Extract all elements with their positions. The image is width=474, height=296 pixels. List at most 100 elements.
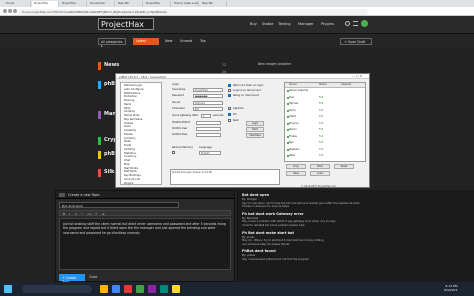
back-icon[interactable] bbox=[3, 9, 7, 13]
top-tab[interactable]: Top bbox=[200, 39, 206, 43]
category-select[interactable]: all categories ▸ bbox=[98, 38, 126, 48]
related-topic-title[interactable]: Ph Bot dont make start bot bbox=[242, 231, 294, 235]
latest-tab[interactable]: Latest bbox=[133, 38, 159, 45]
server-row[interactable]: Cabot Full bbox=[285, 115, 365, 120]
server-row[interactable]: Xian Full bbox=[285, 96, 365, 101]
sidebar-item[interactable]: Chat bbox=[124, 159, 130, 162]
app-icon[interactable] bbox=[136, 285, 144, 293]
server-row[interactable]: Tuma Full bbox=[285, 109, 365, 114]
nav-manager[interactable]: Manager bbox=[298, 22, 314, 26]
sidebar-item[interactable]: Guild bbox=[124, 125, 131, 128]
dc-checkbox[interactable] bbox=[228, 113, 231, 116]
sidebar-item[interactable]: Academy bbox=[124, 129, 136, 132]
login-button[interactable]: Login bbox=[246, 121, 264, 126]
quote-icon[interactable]: " bbox=[81, 212, 82, 216]
server-row[interactable]: Server Capacity bbox=[285, 89, 365, 94]
bold-icon[interactable]: B bbox=[63, 212, 65, 216]
server-row[interactable]: Nyx Full bbox=[285, 141, 365, 146]
captcha-checkbox[interactable] bbox=[228, 107, 231, 110]
new-tab[interactable]: New bbox=[165, 39, 172, 43]
nav-testing[interactable]: Testing bbox=[278, 22, 291, 26]
return-town-checkbox[interactable] bbox=[228, 84, 231, 87]
close-compose-button[interactable]: Close bbox=[89, 275, 97, 279]
server-row[interactable]: Atlas Full bbox=[285, 154, 365, 159]
server-copy-button[interactable]: Copy bbox=[286, 164, 306, 169]
code-icon[interactable]: <> bbox=[87, 212, 92, 216]
topic-title-input[interactable]: Bot dont work bbox=[59, 202, 179, 208]
sidebar-item[interactable]: Map bbox=[124, 163, 129, 166]
socks-ip-field[interactable] bbox=[196, 121, 221, 125]
language-select[interactable]: English bbox=[199, 151, 221, 155]
sidebar-item[interactable]: Inventory bbox=[124, 155, 136, 158]
server-reset-button[interactable]: Reset bbox=[334, 164, 354, 169]
start-button[interactable]: Start bbox=[246, 127, 264, 132]
password-field[interactable]: ●●●●●● bbox=[193, 94, 223, 98]
taskbar-search[interactable] bbox=[22, 285, 92, 293]
sidebar-item[interactable]: Alchemy bbox=[124, 110, 135, 113]
sidebar-item[interactable]: Auto Configure bbox=[124, 88, 143, 91]
server-save-button[interactable]: Save bbox=[286, 171, 306, 176]
sidebar-item[interactable]: Alchemy bbox=[124, 148, 135, 151]
italic-icon[interactable]: I bbox=[69, 212, 70, 216]
nav-stable[interactable]: Stable bbox=[262, 22, 273, 26]
relog-checkbox[interactable] bbox=[228, 94, 231, 97]
file-explorer-icon[interactable] bbox=[100, 285, 108, 293]
reduce-memory-checkbox[interactable] bbox=[172, 151, 175, 154]
username-field[interactable]: ProjectHax bbox=[193, 88, 223, 92]
server-row[interactable]: Hermes Full bbox=[285, 102, 365, 107]
start-menu-icon[interactable] bbox=[4, 285, 12, 293]
socks-user-field[interactable] bbox=[196, 127, 221, 131]
sidebar-item[interactable]: Training bbox=[124, 99, 134, 102]
sidebar-item[interactable]: Plugins bbox=[124, 182, 133, 185]
nav-plugins[interactable]: Plugins bbox=[321, 22, 334, 26]
app-icon[interactable] bbox=[124, 285, 132, 293]
character-select[interactable]: Bot bbox=[193, 107, 223, 111]
sidebar-item[interactable]: Skills bbox=[124, 140, 131, 143]
clientless-button[interactable]: Clientless bbox=[246, 133, 264, 138]
server-row[interactable]: Ibaron Full bbox=[285, 128, 365, 133]
app-icon[interactable] bbox=[148, 285, 156, 293]
related-topic-title[interactable]: Bot dont open bbox=[242, 193, 269, 197]
create-topic-button[interactable]: + Create Topic bbox=[59, 274, 85, 284]
sidebar-item[interactable]: Key Bindings bbox=[124, 174, 141, 177]
upload-icon[interactable]: ⇪ bbox=[95, 212, 98, 216]
app-icon[interactable] bbox=[172, 285, 180, 293]
sidebar-item[interactable]: Silkroad Login bbox=[124, 84, 142, 87]
server-row[interactable]: Thales Full bbox=[285, 135, 365, 140]
open-draft-button[interactable]: + Open Draft bbox=[340, 38, 372, 45]
site-logo[interactable]: ProjectHax bbox=[98, 18, 154, 30]
server-load-button[interactable]: Load bbox=[310, 171, 330, 176]
server-row[interactable]: Poseidon Full bbox=[285, 148, 365, 153]
sidebar-item[interactable]: Events bbox=[124, 133, 133, 136]
app-icon[interactable] bbox=[160, 285, 168, 293]
menu-icon[interactable] bbox=[353, 21, 358, 26]
rest-checkbox[interactable] bbox=[228, 119, 231, 122]
unread-tab[interactable]: Unread bbox=[180, 39, 192, 43]
sidebar-item[interactable]: Trade bbox=[124, 144, 131, 147]
server-select[interactable]: Silkroad bbox=[193, 101, 223, 105]
sidebar-item[interactable]: Account Info bbox=[124, 178, 140, 181]
sidebar-item[interactable]: Items bbox=[124, 103, 131, 106]
related-topic-title[interactable]: PhBot dont found bbox=[242, 249, 276, 253]
related-topic-title[interactable]: Ph bot dont work Gateway error bbox=[242, 212, 304, 216]
avatar[interactable] bbox=[361, 20, 368, 27]
link-icon[interactable]: ∞ bbox=[75, 212, 78, 216]
sidebar-item[interactable]: Buff Skills bbox=[124, 170, 137, 173]
server-start-button[interactable]: Start bbox=[310, 164, 330, 169]
system-clock[interactable]: 9:13 PM 6/4/2021 bbox=[444, 284, 457, 292]
nav-buy[interactable]: Buy bbox=[250, 22, 257, 26]
list-icon[interactable]: ≡ bbox=[102, 212, 105, 216]
logout-dc-checkbox[interactable] bbox=[228, 89, 231, 92]
topic-body-editor[interactable]: plz hot broking staff the client normal … bbox=[59, 218, 231, 270]
sidebar-item[interactable]: Stores Picks bbox=[124, 114, 140, 117]
socks-pass-field[interactable] bbox=[196, 133, 221, 137]
compose-category-icon[interactable] bbox=[59, 193, 65, 197]
topic-title[interactable]: New reagen problem bbox=[258, 62, 338, 68]
chrome-icon[interactable] bbox=[112, 285, 120, 293]
server-row[interactable]: Phoenix Full bbox=[285, 122, 365, 127]
search-icon[interactable] bbox=[345, 21, 350, 26]
url-field[interactable]: forum.projecthax.com/?fbclid=IwAR0rMtNhQ… bbox=[18, 8, 368, 15]
reload-icon[interactable] bbox=[13, 9, 17, 13]
sidebar-item[interactable]: Buy Sell Slave bbox=[124, 118, 142, 121]
window-controls[interactable]: — ▢ ✕ bbox=[352, 74, 362, 78]
